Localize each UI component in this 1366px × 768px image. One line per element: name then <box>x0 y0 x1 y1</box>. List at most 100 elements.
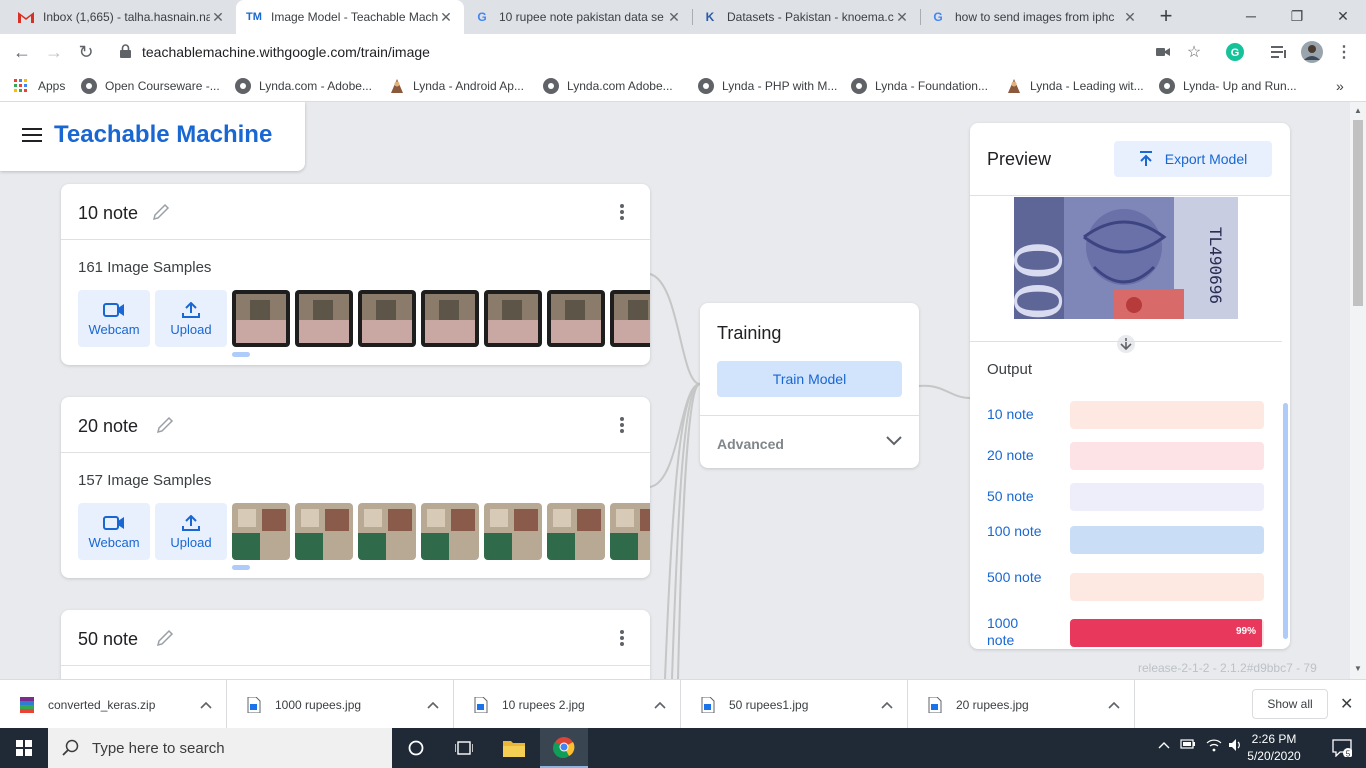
sample-thumbnail[interactable] <box>232 290 290 347</box>
windows-start-icon[interactable] <box>0 728 48 768</box>
close-icon[interactable]: ✕ <box>438 9 454 26</box>
forward-icon[interactable]: → <box>42 40 66 64</box>
bookmark-item[interactable]: Lynda - PHP with M... <box>698 76 837 96</box>
chevron-down-icon[interactable] <box>885 435 903 447</box>
close-icon[interactable]: ✕ <box>210 9 226 26</box>
back-icon[interactable]: ← <box>10 40 34 64</box>
download-item[interactable]: 50 rupees1.jpg <box>681 680 908 729</box>
tab-teachable-machine[interactable]: TM Image Model - Teachable Mach ✕ <box>236 0 464 34</box>
close-icon[interactable]: ✕ <box>894 9 910 26</box>
window-close-icon[interactable]: ✕ <box>1320 0 1366 34</box>
sample-thumbnail[interactable] <box>295 290 353 347</box>
notifications-icon[interactable]: 5 <box>1318 728 1366 768</box>
tab-google-search-1[interactable]: G 10 rupee note pakistan data se ✕ <box>464 0 692 34</box>
volume-icon[interactable] <box>1228 738 1242 755</box>
bookmark-item[interactable]: Lynda.com Adobe... <box>543 76 673 96</box>
close-icon[interactable]: ✕ <box>1122 9 1138 26</box>
scroll-down-icon[interactable]: ▼ <box>1354 664 1362 673</box>
webcam-button[interactable]: Webcam <box>78 503 150 560</box>
train-model-button[interactable]: Train Model <box>717 361 902 397</box>
tab-knoema[interactable]: K Datasets - Pakistan - knoema.c ✕ <box>692 0 920 34</box>
sample-thumbnail[interactable] <box>484 503 542 560</box>
more-vert-icon[interactable] <box>620 417 624 435</box>
profile-avatar[interactable] <box>1301 41 1323 63</box>
class-name[interactable]: 50 note <box>78 629 138 650</box>
address-bar[interactable]: teachablemachine.withgoogle.com/train/im… <box>110 38 1210 66</box>
thumbnail-scrollbar[interactable] <box>232 565 250 570</box>
sample-thumbnail[interactable] <box>232 503 290 560</box>
sample-thumbnail[interactable] <box>610 503 650 560</box>
file-explorer-icon[interactable] <box>490 728 538 768</box>
upload-button[interactable]: Upload <box>155 503 227 560</box>
webcam-button[interactable]: Webcam <box>78 290 150 347</box>
tab-gmail[interactable]: Inbox (1,665) - talha.hasnain.na ✕ <box>8 0 236 34</box>
sample-thumbnail[interactable] <box>295 503 353 560</box>
download-item[interactable]: 1000 rupees.jpg <box>227 680 454 729</box>
system-clock[interactable]: 2:26 PM 5/20/2020 <box>1242 731 1306 765</box>
battery-icon[interactable] <box>1180 738 1196 753</box>
star-icon[interactable]: ☆ <box>1183 41 1205 63</box>
sample-thumbnail[interactable] <box>358 503 416 560</box>
bookmark-item[interactable]: Lynda - Leading wit... <box>1006 76 1144 96</box>
edit-pencil-icon[interactable] <box>155 628 175 648</box>
chevron-up-icon[interactable] <box>1158 738 1170 752</box>
class-name[interactable]: 20 note <box>78 416 138 437</box>
sample-thumbnail[interactable] <box>547 503 605 560</box>
export-model-button[interactable]: Export Model <box>1114 141 1272 177</box>
taskbar-search[interactable]: Type here to search <box>48 728 392 768</box>
task-view-icon[interactable] <box>440 728 488 768</box>
bookmarks-overflow-icon[interactable]: » <box>1336 76 1344 96</box>
chevron-up-icon[interactable] <box>1094 698 1134 712</box>
bookmark-item[interactable]: Open Courseware -... <box>81 76 220 96</box>
sample-thumbnail[interactable] <box>421 290 479 347</box>
output-scrollbar[interactable] <box>1283 403 1288 639</box>
chevron-up-icon[interactable] <box>640 698 680 712</box>
tab-google-search-2[interactable]: G how to send images from iphc ✕ <box>920 0 1148 34</box>
cortana-icon[interactable] <box>392 728 440 768</box>
new-tab-icon[interactable]: + <box>1154 5 1178 29</box>
bookmark-item[interactable]: Lynda - Foundation... <box>851 76 988 96</box>
reload-icon[interactable]: ↻ <box>74 40 98 64</box>
bookmark-item[interactable]: Lynda - Android Ap... <box>389 76 524 96</box>
more-vert-icon[interactable] <box>620 630 624 648</box>
edit-pencil-icon[interactable] <box>151 202 171 222</box>
teachable-machine-icon: TM <box>246 11 262 23</box>
bookmark-item[interactable]: Lynda- Up and Run... <box>1159 76 1297 96</box>
more-vert-icon[interactable] <box>620 204 624 222</box>
sample-thumbnail[interactable] <box>421 503 479 560</box>
download-item[interactable]: converted_keras.zip <box>0 680 227 729</box>
edit-pencil-icon[interactable] <box>155 415 175 435</box>
image-file-icon <box>247 696 261 713</box>
sample-thumbnail[interactable] <box>358 290 416 347</box>
scroll-up-icon[interactable]: ▲ <box>1354 106 1362 115</box>
download-item[interactable]: 10 rupees 2.jpg <box>454 680 681 729</box>
export-upload-icon <box>1139 151 1152 166</box>
minimize-icon[interactable]: ─ <box>1228 0 1274 34</box>
close-icon[interactable]: ✕ <box>1340 694 1353 714</box>
advanced-toggle[interactable]: Advanced <box>717 436 784 452</box>
grammarly-icon[interactable]: G <box>1224 41 1246 63</box>
sample-thumbnail[interactable] <box>610 290 650 347</box>
wifi-icon[interactable] <box>1206 738 1222 755</box>
chevron-up-icon[interactable] <box>413 698 453 712</box>
restore-icon[interactable]: ❐ <box>1274 0 1320 34</box>
chevron-up-icon[interactable] <box>867 698 907 712</box>
reading-list-icon[interactable] <box>1268 41 1290 63</box>
show-all-button[interactable]: Show all <box>1252 689 1328 719</box>
upload-button[interactable]: Upload <box>155 290 227 347</box>
menu-icon[interactable] <box>22 128 42 142</box>
chevron-up-icon[interactable] <box>186 698 226 712</box>
close-icon[interactable]: ✕ <box>666 9 682 26</box>
bookmark-item[interactable]: Lynda.com - Adobe... <box>235 76 372 96</box>
scrollbar-thumb[interactable] <box>1353 120 1363 306</box>
more-vert-icon[interactable]: ⋮ <box>1333 41 1355 63</box>
chrome-taskbar-icon[interactable] <box>540 728 588 768</box>
download-item[interactable]: 20 rupees.jpg <box>908 680 1135 729</box>
sample-thumbnail[interactable] <box>484 290 542 347</box>
class-name[interactable]: 10 note <box>78 203 138 224</box>
camera-icon[interactable] <box>1152 41 1174 63</box>
sample-thumbnail[interactable] <box>547 290 605 347</box>
page-scrollbar[interactable]: ▲ ▼ <box>1350 102 1366 679</box>
bookmark-apps[interactable]: Apps <box>14 76 65 96</box>
thumbnail-scrollbar[interactable] <box>232 352 250 357</box>
